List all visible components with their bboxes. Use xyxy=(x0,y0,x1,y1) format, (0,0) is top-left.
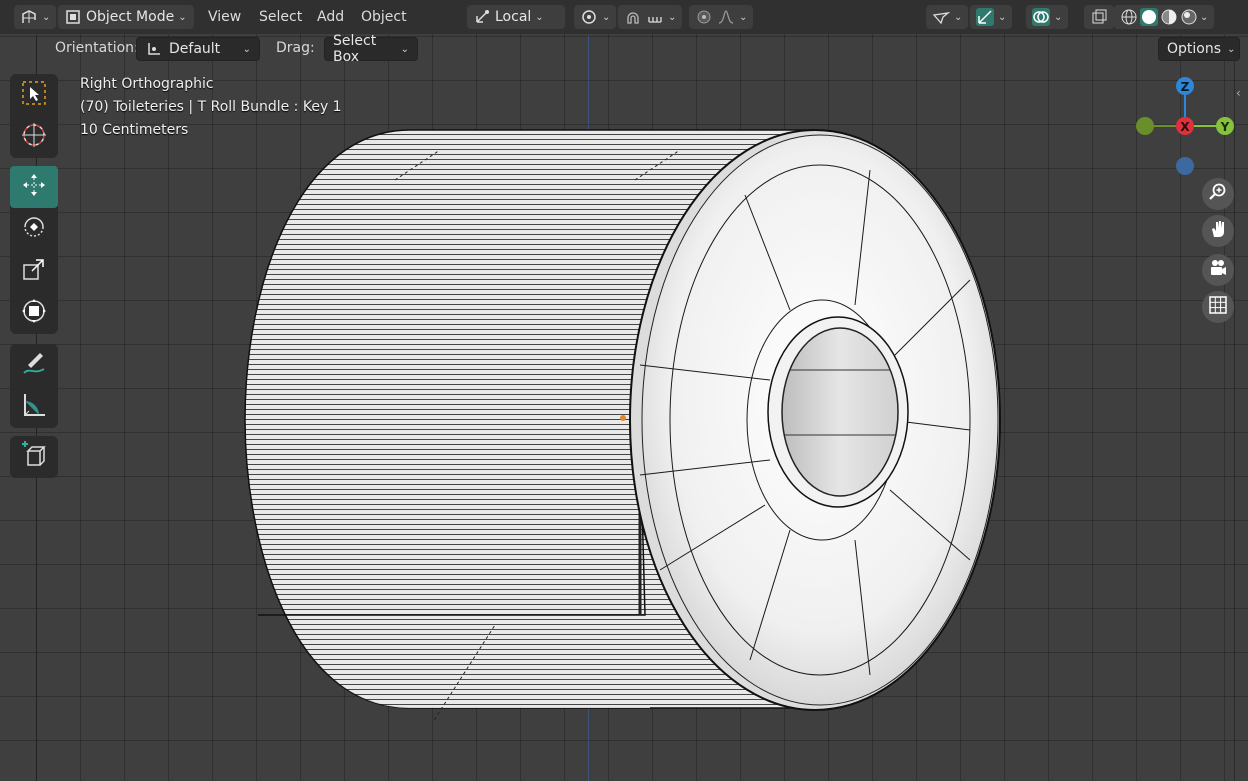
pivot-icon xyxy=(580,8,598,26)
tool-settings-bar: Orientation: Default ⌄ Drag: Select Box … xyxy=(36,33,1248,65)
material-shading-icon[interactable] xyxy=(1160,8,1178,26)
transform-tool[interactable] xyxy=(10,292,58,334)
navigation-gizmo[interactable]: Z Y X xyxy=(1130,72,1240,182)
selectability-icon xyxy=(932,8,950,26)
overlays-icon xyxy=(1032,8,1050,26)
measure-tool[interactable] xyxy=(10,386,58,428)
select-box-tool[interactable] xyxy=(10,74,58,116)
scale-tool[interactable] xyxy=(10,250,58,292)
tool-group-add xyxy=(10,436,58,478)
chevron-down-icon: ⌄ xyxy=(954,11,963,23)
sidebar-toggle-icon[interactable]: ‹ xyxy=(1236,86,1241,100)
chevron-down-icon: ⌄ xyxy=(998,11,1007,23)
ortho-toggle-button[interactable] xyxy=(1202,291,1234,323)
camera-view-button[interactable] xyxy=(1202,254,1234,286)
grid-icon xyxy=(1208,295,1228,319)
menu-select[interactable]: Select xyxy=(259,5,302,29)
z-axis-label: Z xyxy=(1181,80,1190,94)
solid-shading-icon[interactable] xyxy=(1140,8,1158,26)
pan-button[interactable] xyxy=(1202,215,1234,247)
chevron-down-icon: ⌄ xyxy=(535,11,544,23)
menu-add[interactable]: Add xyxy=(317,5,344,29)
toilet-roll-mesh[interactable] xyxy=(230,120,1020,720)
transform-icon xyxy=(20,297,48,329)
camera-icon xyxy=(1208,258,1228,282)
zoom-button[interactable] xyxy=(1202,178,1234,210)
y-axis-label: Y xyxy=(1220,120,1230,134)
rotate-icon xyxy=(20,213,48,245)
overlays-toggle[interactable]: ⌄ xyxy=(1026,5,1069,29)
add-cube-tool[interactable] xyxy=(10,436,58,478)
wireframe-shading-icon[interactable] xyxy=(1120,8,1138,26)
gizmo-icon xyxy=(976,8,994,26)
transform-orientation-label: Local xyxy=(495,9,532,25)
xray-toggle[interactable] xyxy=(1084,5,1114,29)
drag-label: Drag: xyxy=(276,40,315,56)
rendered-shading-icon[interactable] xyxy=(1180,8,1198,26)
orientation-dropdown[interactable]: Default ⌄ xyxy=(136,37,260,61)
annotate-icon xyxy=(20,349,48,381)
xray-icon xyxy=(1090,8,1108,26)
object-info: (70) Toileteries | T Roll Bundle : Key 1 xyxy=(80,99,342,115)
mode-selector[interactable]: Object Mode ⌄ xyxy=(58,5,194,29)
drag-value: Select Box xyxy=(333,33,377,65)
cursor-icon xyxy=(20,121,48,153)
chevron-down-icon: ⌄ xyxy=(1227,43,1236,55)
snap-toggle[interactable]: ⌄ xyxy=(618,5,683,29)
options-label: Options xyxy=(1167,41,1222,57)
chevron-down-icon[interactable]: ⌄ xyxy=(1200,12,1208,23)
proportional-editing-toggle[interactable]: ⌄ xyxy=(689,5,754,29)
viewport-editor-icon xyxy=(20,8,38,26)
zoom-icon xyxy=(1208,182,1228,206)
drag-dropdown[interactable]: Select Box ⌄ xyxy=(324,33,418,65)
select-box-icon xyxy=(20,79,48,111)
tool-group-select xyxy=(10,74,58,158)
gizmo-toggle[interactable]: ⌄ xyxy=(970,5,1013,29)
chevron-down-icon: ⌄ xyxy=(400,43,409,55)
orientation-value: Default xyxy=(169,41,221,57)
orientation-gizmo-icon xyxy=(145,40,163,58)
viewport-header: ⌄ Object Mode ⌄ View Select Add Object L… xyxy=(0,0,1248,34)
annotate-tool[interactable] xyxy=(10,344,58,386)
move-tool[interactable] xyxy=(10,166,58,208)
object-mode-icon xyxy=(64,8,82,26)
proportional-edit-icon xyxy=(695,8,713,26)
3d-viewport[interactable] xyxy=(0,0,1248,781)
view-name: Right Orthographic xyxy=(80,76,214,92)
neg-y-axis-handle[interactable] xyxy=(1136,117,1154,135)
menu-object[interactable]: Object xyxy=(361,5,407,29)
chevron-down-icon: ⌄ xyxy=(1054,11,1063,23)
chevron-down-icon: ⌄ xyxy=(668,11,677,23)
orientation-label: Orientation: xyxy=(55,40,139,56)
transform-orientation-dropdown[interactable]: Local ⌄ xyxy=(467,5,565,29)
menu-view[interactable]: View xyxy=(208,5,241,29)
chevron-down-icon: ⌄ xyxy=(242,43,251,55)
tool-group-transform xyxy=(10,166,58,334)
local-orientation-icon xyxy=(473,8,491,26)
chevron-down-icon: ⌄ xyxy=(602,11,611,23)
pivot-point-dropdown[interactable]: ⌄ xyxy=(574,5,617,29)
snap-increment-icon xyxy=(646,8,664,26)
scale-icon xyxy=(20,255,48,287)
rotate-tool[interactable] xyxy=(10,208,58,250)
measure-icon xyxy=(20,391,48,423)
falloff-curve-icon xyxy=(717,8,735,26)
cursor-tool[interactable] xyxy=(10,116,58,158)
hand-pan-icon xyxy=(1208,219,1228,243)
visibility-dropdown[interactable]: ⌄ xyxy=(926,5,969,29)
shading-mode-group: ⌄ xyxy=(1114,5,1215,29)
options-dropdown[interactable]: Options ⌄ xyxy=(1158,37,1240,61)
move-icon xyxy=(20,171,48,203)
magnet-icon xyxy=(624,8,642,26)
chevron-down-icon: ⌄ xyxy=(178,11,187,23)
chevron-down-icon: ⌄ xyxy=(42,11,51,23)
mode-label: Object Mode xyxy=(86,9,175,25)
tool-group-annotate xyxy=(10,344,58,428)
neg-z-axis-handle[interactable] xyxy=(1176,157,1194,175)
add-cube-icon xyxy=(20,441,48,473)
editor-type-button[interactable]: ⌄ xyxy=(14,5,57,29)
grid-scale: 10 Centimeters xyxy=(80,122,189,138)
chevron-down-icon: ⌄ xyxy=(739,11,748,23)
x-axis-label: X xyxy=(1180,120,1190,134)
